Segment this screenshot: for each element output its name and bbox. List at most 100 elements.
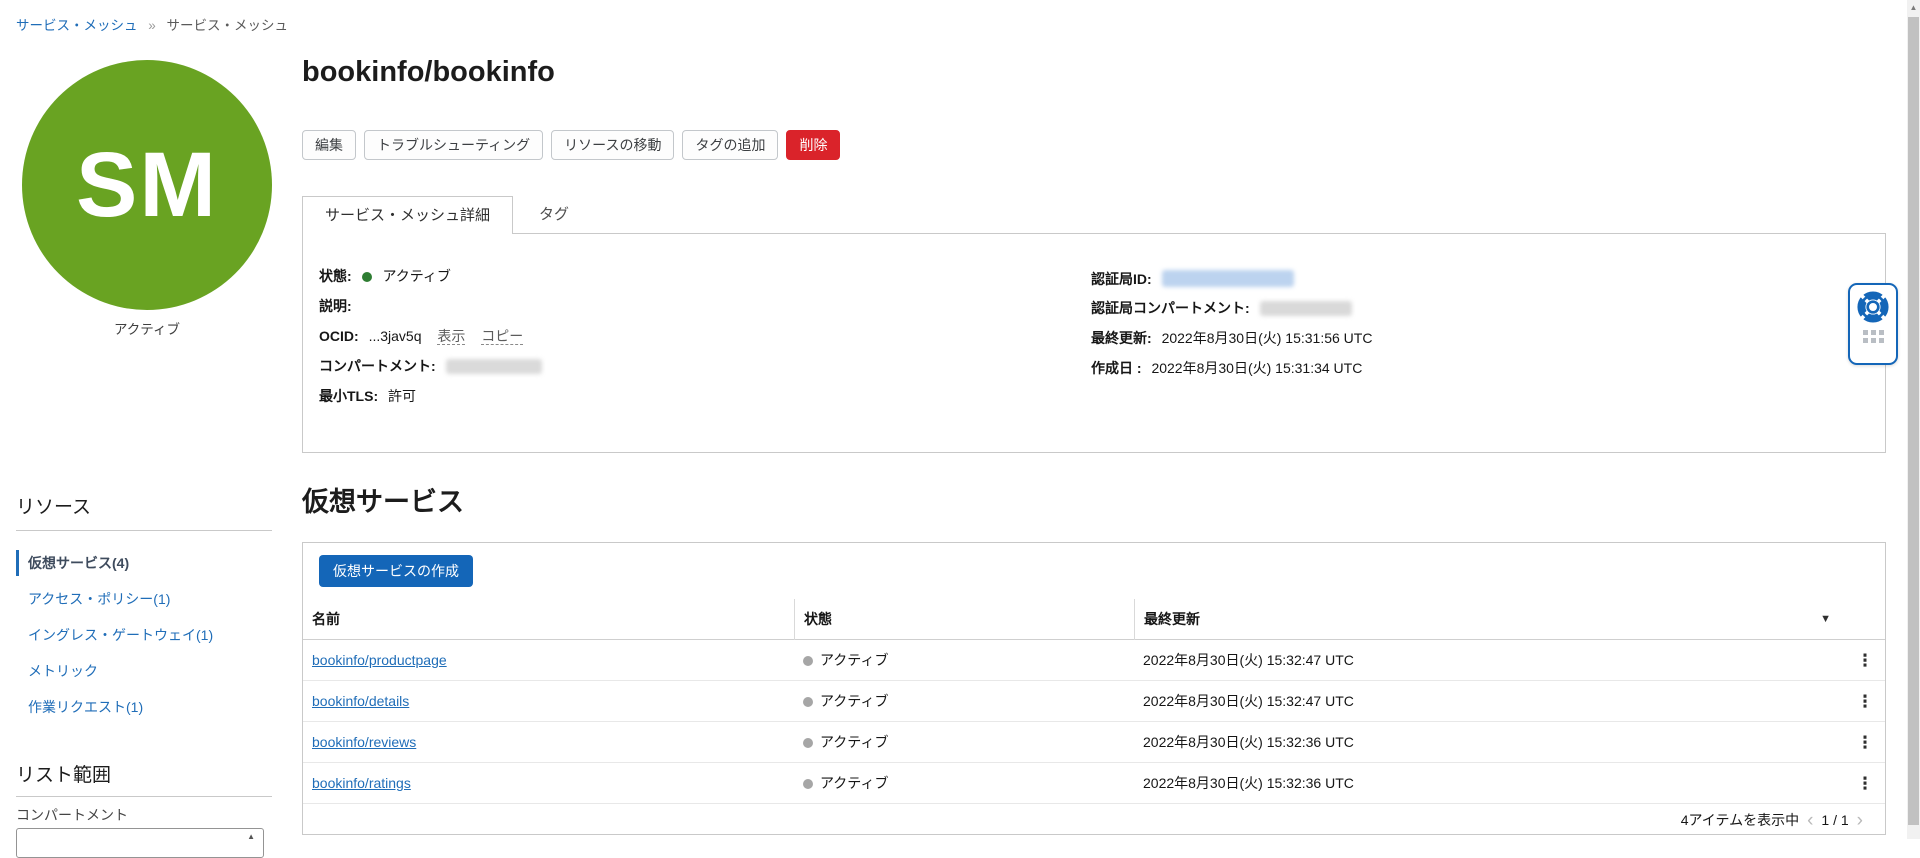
- avatar-status-caption: アクティブ: [113, 322, 180, 337]
- row-updated: 2022年8月30日(火) 15:32:47 UTC: [1143, 693, 1354, 709]
- help-floating-widget[interactable]: [1848, 283, 1898, 365]
- breadcrumb: サービス・メッシュ » サービス・メッシュ: [16, 14, 288, 34]
- detail-last-updated-label: 最終更新:: [1091, 330, 1152, 346]
- detail-created-label: 作成日 :: [1091, 360, 1142, 376]
- detail-ca-id: 認証局ID:: [1091, 269, 1294, 289]
- status-dot-icon: [803, 738, 813, 748]
- row-state: アクティブ: [820, 652, 889, 668]
- detail-compartment: コンパートメント:: [319, 356, 542, 376]
- row-state: アクティブ: [820, 693, 889, 709]
- column-header-updated-label: 最終更新: [1144, 610, 1200, 627]
- detail-created: 作成日 : 2022年8月30日(火) 15:31:34 UTC: [1091, 358, 1362, 378]
- compartment-select[interactable]: ▲: [16, 828, 264, 858]
- pagination-summary: 4アイテムを表示中: [1680, 812, 1800, 828]
- tab-service-mesh-details[interactable]: サービス・メッシュ詳細: [302, 196, 514, 234]
- detail-min-tls-label: 最小TLS:: [319, 388, 379, 404]
- drag-handle-icon[interactable]: [1862, 330, 1884, 343]
- details-card: 状態: アクティブ 説明: OCID: ...3jav5q 表示 コピー コンパ…: [302, 233, 1886, 453]
- status-dot-icon: [803, 656, 813, 666]
- pagination-prev-icon[interactable]: ‹: [1807, 811, 1813, 830]
- action-toolbar: 編集 トラブルシューティング リソースの移動 タグの追加 削除: [302, 130, 841, 160]
- sidebar-item-access-policies[interactable]: アクセス・ポリシー(1): [16, 581, 272, 617]
- troubleshoot-button[interactable]: トラブルシューティング: [364, 130, 544, 160]
- detail-min-tls-value: 許可: [388, 388, 416, 404]
- column-header-state: 状態: [794, 598, 1134, 640]
- detail-status-label: 状態:: [319, 268, 352, 284]
- page-title: bookinfo/bookinfo: [302, 56, 555, 88]
- row-menu-kebab-icon[interactable]: ⋮: [1857, 774, 1874, 793]
- sort-descending-icon[interactable]: ▼: [1820, 599, 1831, 640]
- row-link-reviews[interactable]: bookinfo/reviews: [312, 734, 416, 750]
- compartment-select-label: コンパートメント: [16, 807, 128, 823]
- column-header-updated[interactable]: 最終更新 ▼: [1134, 598, 1845, 640]
- detail-ca-compartment-label: 認証局コンパートメント:: [1091, 300, 1250, 316]
- lifebuoy-help-icon: [1857, 291, 1889, 323]
- page-scrollbar[interactable]: ▲: [1907, 0, 1920, 839]
- delete-button[interactable]: 削除: [786, 130, 841, 160]
- detail-compartment-label: コンパートメント:: [319, 358, 436, 374]
- detail-last-updated-value: 2022年8月30日(火) 15:31:56 UTC: [1161, 330, 1373, 346]
- redacted-compartment-value: [445, 359, 542, 374]
- status-active-icon: [361, 272, 372, 282]
- row-updated: 2022年8月30日(火) 15:32:36 UTC: [1143, 734, 1354, 750]
- sidebar-item-ingress-gateways[interactable]: イングレス・ゲートウェイ(1): [16, 617, 272, 653]
- resources-heading: リソース: [16, 497, 92, 518]
- row-link-details[interactable]: bookinfo/details: [312, 693, 409, 709]
- table-row: bookinfo/details アクティブ 2022年8月30日(火) 15:…: [303, 681, 1885, 722]
- virtual-services-card: 仮想サービスの作成 名前 状態 最終更新 ▼ bookinfo/productp…: [302, 542, 1886, 835]
- breadcrumb-separator: »: [148, 18, 156, 33]
- sidebar-item-work-requests[interactable]: 作業リクエスト(1): [16, 689, 272, 725]
- row-menu-kebab-icon[interactable]: ⋮: [1857, 733, 1874, 752]
- detail-description: 説明:: [319, 296, 358, 316]
- move-resource-button[interactable]: リソースの移動: [551, 130, 675, 160]
- redacted-ca-compartment-value: [1259, 301, 1352, 316]
- column-header-name: 名前: [312, 611, 340, 627]
- list-scope-divider: [16, 796, 272, 797]
- detail-last-updated: 最終更新: 2022年8月30日(火) 15:31:56 UTC: [1091, 328, 1372, 348]
- detail-status-value: アクティブ: [382, 268, 451, 284]
- ocid-copy-link[interactable]: コピー: [481, 328, 524, 345]
- row-state: アクティブ: [820, 734, 889, 750]
- table-row: bookinfo/reviews アクティブ 2022年8月30日(火) 15:…: [303, 722, 1885, 763]
- detail-min-tls: 最小TLS: 許可: [319, 386, 416, 406]
- table-footer: 4アイテムを表示中 ‹ 1 / 1 ›: [303, 804, 1885, 836]
- virtual-services-table: 名前 状態 最終更新 ▼ bookinfo/productpage アクティブ …: [303, 598, 1885, 836]
- row-menu-kebab-icon[interactable]: ⋮: [1857, 651, 1874, 670]
- add-tags-button[interactable]: タグの追加: [682, 130, 779, 160]
- create-virtual-service-button[interactable]: 仮想サービスの作成: [319, 555, 473, 587]
- detail-ocid-value: ...3jav5q: [368, 328, 422, 344]
- row-updated: 2022年8月30日(火) 15:32:47 UTC: [1143, 652, 1354, 668]
- detail-status: 状態: アクティブ: [319, 266, 451, 286]
- breadcrumb-link-service-mesh[interactable]: サービス・メッシュ: [16, 18, 138, 33]
- row-link-productpage[interactable]: bookinfo/productpage: [312, 652, 447, 668]
- virtual-services-heading: 仮想サービス: [302, 487, 464, 517]
- row-state: アクティブ: [820, 775, 889, 791]
- row-link-ratings[interactable]: bookinfo/ratings: [312, 775, 411, 791]
- sidebar-item-virtual-services[interactable]: 仮想サービス(4): [16, 545, 272, 581]
- detail-ocid-label: OCID:: [319, 328, 359, 344]
- status-dot-icon: [803, 779, 813, 789]
- resources-divider: [16, 530, 272, 531]
- resources-nav: 仮想サービス(4) アクセス・ポリシー(1) イングレス・ゲートウェイ(1) メ…: [16, 545, 272, 725]
- row-updated: 2022年8月30日(火) 15:32:36 UTC: [1143, 775, 1354, 791]
- pagination-page-indicator: 1 / 1: [1821, 812, 1849, 828]
- row-menu-kebab-icon[interactable]: ⋮: [1857, 692, 1874, 711]
- chevron-up-icon: ▲: [247, 832, 255, 841]
- detail-ca-id-label: 認証局ID:: [1091, 271, 1152, 287]
- redacted-ca-id-value: [1161, 270, 1294, 287]
- table-row: bookinfo/ratings アクティブ 2022年8月30日(火) 15:…: [303, 763, 1885, 804]
- sidebar-item-metrics[interactable]: メトリック: [16, 653, 272, 689]
- edit-button[interactable]: 編集: [302, 130, 356, 160]
- tab-bar: サービス・メッシュ詳細 タグ: [302, 196, 595, 234]
- detail-ocid: OCID: ...3jav5q 表示 コピー: [319, 326, 524, 346]
- table-row: bookinfo/productpage アクティブ 2022年8月30日(火)…: [303, 640, 1885, 681]
- detail-created-value: 2022年8月30日(火) 15:31:34 UTC: [1151, 360, 1363, 376]
- table-header-row: 名前 状態 最終更新 ▼: [303, 598, 1885, 640]
- ocid-show-link[interactable]: 表示: [437, 328, 466, 345]
- scrollbar-up-arrow-icon[interactable]: ▲: [1907, 3, 1920, 12]
- pagination-next-icon[interactable]: ›: [1857, 811, 1863, 830]
- service-mesh-avatar: SM: [22, 60, 272, 310]
- scrollbar-thumb[interactable]: [1908, 17, 1919, 825]
- tab-tags[interactable]: タグ: [513, 196, 595, 234]
- status-dot-icon: [803, 697, 813, 707]
